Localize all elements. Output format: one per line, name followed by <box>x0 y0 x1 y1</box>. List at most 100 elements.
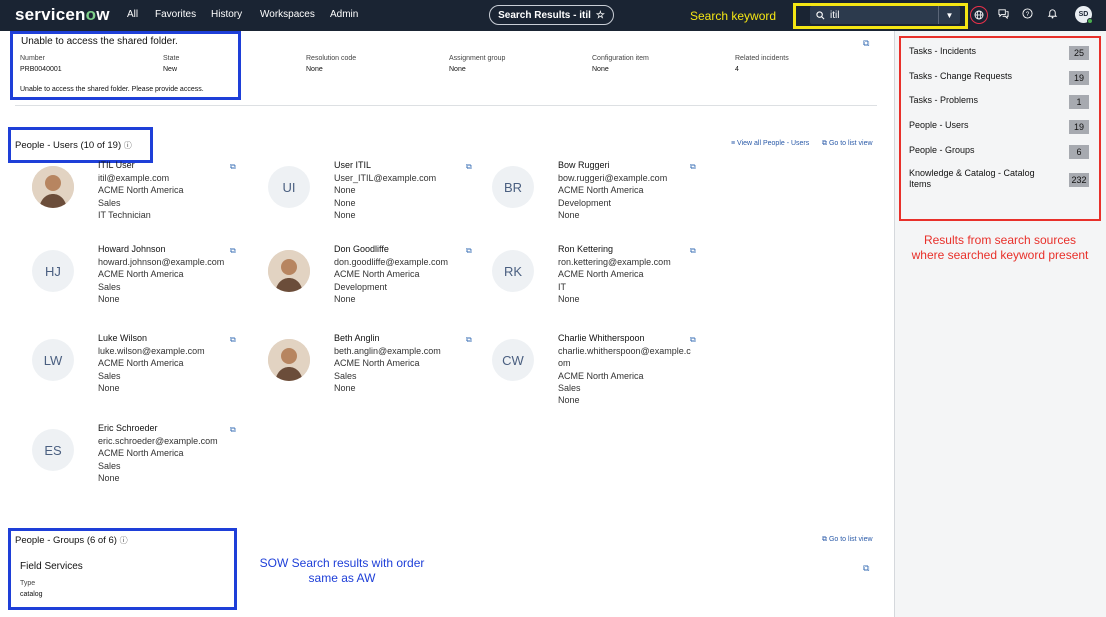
bell-icon[interactable] <box>1047 8 1058 22</box>
avatar-initials: HJ <box>32 250 74 292</box>
user-detail: Development <box>334 281 388 292</box>
people-groups-header: People - Groups (6 of 6) ⓘ <box>15 535 128 546</box>
user-name[interactable]: User ITIL <box>334 160 371 170</box>
user-detail: ACME North America <box>98 185 184 196</box>
user-avatar[interactable]: SD <box>1075 6 1093 24</box>
search-source-count-badge: 1 <box>1069 95 1089 109</box>
user-name[interactable]: Don Goodliffe <box>334 244 389 254</box>
user-detail: None <box>98 293 120 304</box>
user-detail: ACME North America <box>98 269 184 280</box>
user-card[interactable]: BR Bow Ruggeri ⧉ bow.ruggeri@example.com ACM… <box>472 160 696 244</box>
user-detail: om <box>558 358 571 369</box>
group-name[interactable]: Field Services <box>20 561 83 572</box>
user-card[interactable]: CW Charlie Whitherspoon ⧉ charlie.whithersp… <box>472 333 696 417</box>
user-detail: None <box>334 293 356 304</box>
avatar-initials: UI <box>268 166 310 208</box>
open-external-icon[interactable]: ⧉ <box>690 162 696 172</box>
open-external-icon[interactable]: ⧉ <box>690 246 696 256</box>
user-card[interactable]: RK Ron Kettering ⧉ ron.kettering@example.co… <box>472 244 696 328</box>
avatar-initials: SD <box>1078 11 1089 18</box>
top-navigation-bar: servicenow All Favorites History Workspa… <box>0 0 1106 31</box>
user-card[interactable]: HJ Howard Johnson ⧉ howard.johnson@example.… <box>12 244 236 328</box>
global-search-input[interactable]: itil ▼ <box>810 6 960 24</box>
user-detail: ACME North America <box>98 448 184 459</box>
user-name[interactable]: Charlie Whitherspoon <box>558 333 645 343</box>
open-external-icon[interactable]: ⧉ <box>466 246 472 256</box>
field-value-assignment-group: None <box>449 66 466 73</box>
search-results-context-pill[interactable]: Search Results - itil ☆ <box>489 5 614 25</box>
user-detail: None <box>334 382 356 393</box>
users-go-to-list-view-link[interactable]: ⧉ Go to list view <box>822 140 873 148</box>
user-name[interactable]: Howard Johnson <box>98 244 166 254</box>
open-external-icon[interactable]: ⧉ <box>230 162 236 172</box>
search-source-item[interactable]: Tasks - Incidents 25 <box>909 46 1089 62</box>
user-detail: ACME North America <box>98 358 184 369</box>
search-source-label: People - Groups <box>909 145 975 155</box>
open-external-icon[interactable]: ⧉ <box>466 162 472 172</box>
annotation-results-sources: Results from search sources where search… <box>911 233 1089 262</box>
avatar-initials: BR <box>492 166 534 208</box>
search-icon <box>816 10 825 19</box>
star-icon[interactable]: ☆ <box>596 10 605 21</box>
user-name[interactable]: ITIL User <box>98 160 135 170</box>
field-value-resolution-code: None <box>306 66 323 73</box>
nav-admin[interactable]: Admin <box>330 9 358 20</box>
user-name[interactable]: Beth Anglin <box>334 333 380 343</box>
open-external-icon[interactable]: ⧉ <box>863 563 869 574</box>
user-detail: ron.kettering@example.com <box>558 257 671 267</box>
field-value-configuration-item: None <box>592 66 609 73</box>
context-pill-label: Search Results - itil <box>498 9 591 21</box>
open-external-icon[interactable]: ⧉ <box>466 335 472 345</box>
user-card[interactable]: ITIL User ⧉ itil@example.com ACME North Ame… <box>12 160 236 244</box>
search-source-item[interactable]: Tasks - Problems 1 <box>909 95 1089 111</box>
user-detail: don.goodliffe@example.com <box>334 257 449 267</box>
help-icon[interactable]: ? <box>1022 8 1033 22</box>
user-name[interactable]: Eric Schroeder <box>98 423 158 433</box>
open-external-icon[interactable]: ⧉ <box>230 425 236 435</box>
user-detail: eric.schroeder@example.com <box>98 436 218 446</box>
user-detail: luke.wilson@example.com <box>98 346 205 356</box>
user-card[interactable]: LW Luke Wilson ⧉ luke.wilson@example.com ACM… <box>12 333 236 417</box>
open-external-icon[interactable]: ⧉ <box>230 335 236 345</box>
open-external-icon[interactable]: ⧉ <box>230 246 236 256</box>
chat-icon[interactable] <box>998 8 1009 22</box>
search-source-label: People - Users <box>909 120 969 130</box>
field-label-related-incidents: Related incidents <box>735 55 789 62</box>
open-external-icon[interactable]: ⧉ <box>863 38 869 49</box>
view-all-users-link[interactable]: ≡ View all People - Users <box>731 140 809 147</box>
user-card[interactable]: UI User ITIL ⧉ User_ITIL@example.com None Non… <box>248 160 472 244</box>
search-source-count-badge: 6 <box>1069 145 1089 159</box>
groups-go-to-list-view-link[interactable]: ⧉ Go to list view <box>822 536 873 544</box>
search-source-item[interactable]: People - Users 19 <box>909 120 1089 136</box>
annotation-search-keyword: Search keyword <box>690 9 777 23</box>
user-card[interactable]: ES Eric Schroeder ⧉ eric.schroeder@example.… <box>12 423 236 507</box>
user-card[interactable]: Don Goodliffe ⧉ don.goodliffe@example.com A… <box>248 244 472 328</box>
nav-workspaces[interactable]: Workspaces <box>260 9 315 20</box>
field-value-number: PRB0040001 <box>20 66 62 73</box>
search-source-item[interactable]: People - Groups 6 <box>909 145 1089 161</box>
user-detail: Sales <box>98 197 121 208</box>
globe-icon[interactable] <box>970 6 988 24</box>
field-label-resolution-code: Resolution code <box>306 55 357 62</box>
user-detail: ACME North America <box>558 370 644 381</box>
user-name[interactable]: Luke Wilson <box>98 333 147 343</box>
user-card[interactable]: Beth Anglin ⧉ beth.anglin@example.com ACME … <box>248 333 472 417</box>
servicenow-logo[interactable]: servicenow <box>15 5 110 25</box>
people-users-header: People - Users (10 of 19) ⓘ <box>15 140 132 151</box>
chevron-down-icon[interactable]: ▼ <box>938 6 960 24</box>
info-icon: ⓘ <box>123 141 132 150</box>
search-source-item[interactable]: Knowledge & Catalog - Catalog Items 232 <box>909 168 1089 189</box>
nav-all[interactable]: All <box>127 9 138 20</box>
search-source-count-badge: 19 <box>1069 71 1089 85</box>
problem-title[interactable]: Unable to access the shared folder. <box>21 36 178 47</box>
nav-history[interactable]: History <box>211 9 242 20</box>
user-detail: Sales <box>98 460 121 471</box>
search-source-item[interactable]: Tasks - Change Requests 19 <box>909 71 1089 87</box>
search-source-label: Tasks - Problems <box>909 95 979 105</box>
problem-description: Unable to access the shared folder. Plea… <box>20 86 204 93</box>
user-name[interactable]: Ron Kettering <box>558 244 613 254</box>
nav-favorites[interactable]: Favorites <box>155 9 196 20</box>
open-external-icon[interactable]: ⧉ <box>690 335 696 345</box>
avatar-initials: CW <box>492 339 534 381</box>
user-name[interactable]: Bow Ruggeri <box>558 160 610 170</box>
